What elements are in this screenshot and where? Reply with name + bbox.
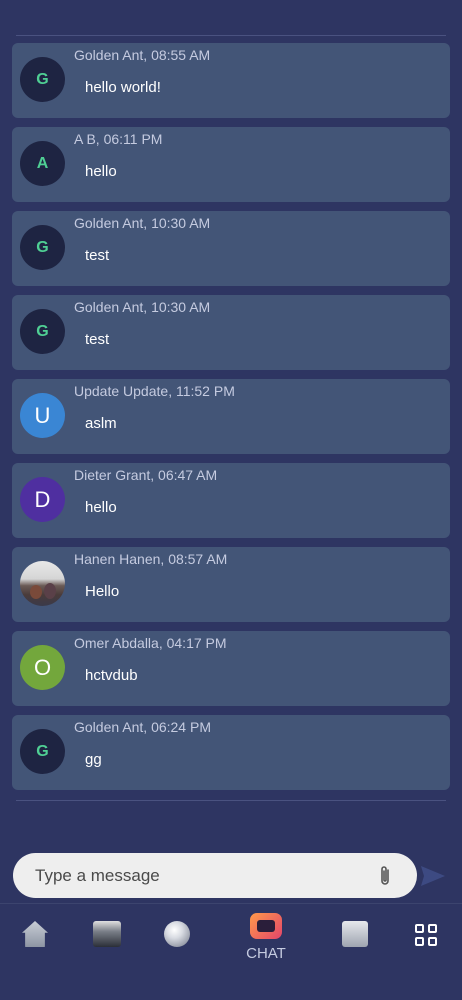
sender-name: A B xyxy=(74,131,96,147)
sender-name: Hanen Hanen xyxy=(74,551,161,567)
news-icon xyxy=(342,921,368,947)
message-item[interactable]: Hanen Hanen, 08:57 AM Hello xyxy=(12,547,450,622)
avatar[interactable]: G xyxy=(20,225,65,270)
chat-icon xyxy=(250,913,282,939)
sender-name: Golden Ant xyxy=(74,215,144,231)
message-time: 10:30 AM xyxy=(151,215,211,231)
message-item[interactable]: G Golden Ant, 06:24 PM gg xyxy=(12,715,450,790)
message-input[interactable] xyxy=(35,853,355,898)
avatar[interactable]: D xyxy=(20,477,65,522)
message-composer xyxy=(13,853,417,898)
message-text: test xyxy=(85,247,110,264)
message-meta: Hanen Hanen, 08:57 AM xyxy=(74,551,228,567)
avatar[interactable]: G xyxy=(20,729,65,774)
message-time: 08:57 AM xyxy=(168,551,228,567)
message-time: 06:11 PM xyxy=(103,131,163,147)
nav-news[interactable] xyxy=(342,904,368,964)
message-meta: A B, 06:11 PM xyxy=(74,131,163,147)
nav-team[interactable] xyxy=(93,904,121,964)
message-time: 11:52 PM xyxy=(175,383,235,399)
message-meta: Update Update, 11:52 PM xyxy=(74,383,235,399)
grid-icon xyxy=(415,924,437,946)
message-time: 04:17 PM xyxy=(166,635,227,651)
nav-chat[interactable]: CHAT xyxy=(236,904,296,964)
sender-name: Golden Ant xyxy=(74,47,144,63)
message-meta: Omer Abdalla, 04:17 PM xyxy=(74,635,227,651)
message-time: 08:55 AM xyxy=(151,47,211,63)
sender-name: Golden Ant xyxy=(74,719,144,735)
avatar[interactable]: G xyxy=(20,309,65,354)
team-icon xyxy=(93,921,121,947)
message-list[interactable]: G Golden Ant, 08:55 AM hello world! A A B, 0… xyxy=(12,43,450,799)
sender-name: Update Update xyxy=(74,383,169,399)
message-time: 10:30 AM xyxy=(151,299,211,315)
ball-icon xyxy=(164,921,190,947)
avatar[interactable] xyxy=(20,561,65,606)
message-text: hctvdub xyxy=(85,667,138,684)
message-item[interactable]: D Dieter Grant, 06:47 AM hello xyxy=(12,463,450,538)
sender-name: Dieter Grant xyxy=(74,467,151,483)
avatar[interactable]: O xyxy=(20,645,65,690)
message-text: test xyxy=(85,331,110,348)
paperclip-icon[interactable] xyxy=(375,864,395,888)
message-text: gg xyxy=(85,751,102,768)
avatar[interactable]: A xyxy=(20,141,65,186)
message-meta: Dieter Grant, 06:47 AM xyxy=(74,467,218,483)
home-icon xyxy=(22,921,48,947)
message-text: hello xyxy=(85,163,117,180)
message-item[interactable]: U Update Update, 11:52 PM aslm xyxy=(12,379,450,454)
message-text: aslm xyxy=(85,415,117,432)
top-divider xyxy=(16,35,446,36)
message-item[interactable]: G Golden Ant, 08:55 AM hello world! xyxy=(12,43,450,118)
message-text: Hello xyxy=(85,583,120,600)
message-item[interactable]: G Golden Ant, 10:30 AM test xyxy=(12,295,450,370)
message-meta: Golden Ant, 10:30 AM xyxy=(74,215,211,231)
message-item[interactable]: O Omer Abdalla, 04:17 PM hctvdub xyxy=(12,631,450,706)
nav-ball[interactable] xyxy=(164,904,190,964)
nav-home[interactable] xyxy=(22,904,48,964)
message-text: hello world! xyxy=(85,79,161,96)
message-time: 06:47 AM xyxy=(158,467,218,483)
message-time: 06:24 PM xyxy=(151,719,211,735)
bottom-divider xyxy=(16,800,446,801)
message-text: hello xyxy=(85,499,117,516)
nav-chat-label: CHAT xyxy=(246,945,286,962)
bottom-nav: CHAT xyxy=(0,904,462,1000)
message-meta: Golden Ant, 08:55 AM xyxy=(74,47,211,63)
send-icon[interactable] xyxy=(420,864,446,888)
message-meta: Golden Ant, 10:30 AM xyxy=(74,299,211,315)
avatar[interactable]: G xyxy=(20,57,65,102)
sender-name: Omer Abdalla xyxy=(74,635,159,651)
avatar[interactable]: U xyxy=(20,393,65,438)
sender-name: Golden Ant xyxy=(74,299,144,315)
message-meta: Golden Ant, 06:24 PM xyxy=(74,719,211,735)
message-item[interactable]: G Golden Ant, 10:30 AM test xyxy=(12,211,450,286)
nav-grid[interactable] xyxy=(415,904,437,964)
message-item[interactable]: A A B, 06:11 PM hello xyxy=(12,127,450,202)
